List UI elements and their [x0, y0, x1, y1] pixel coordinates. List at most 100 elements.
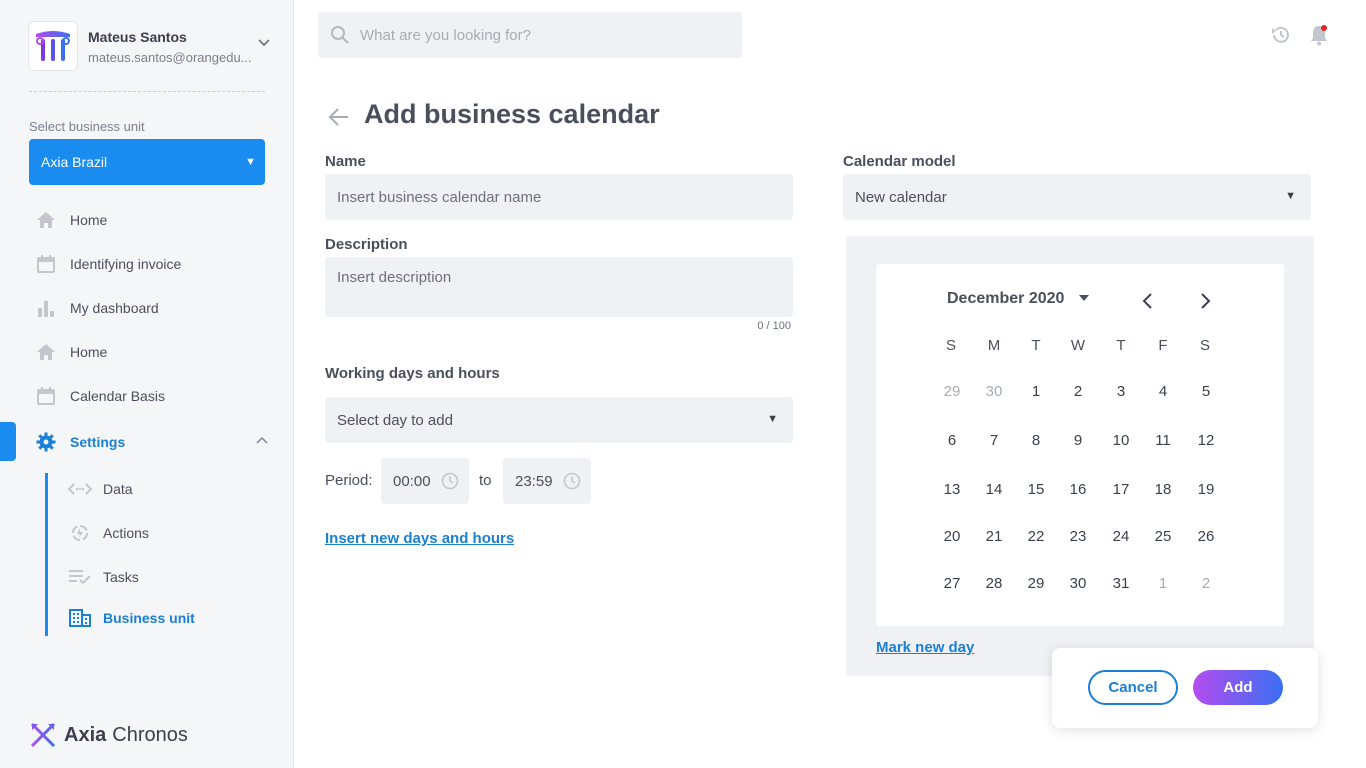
sub-item-tasks[interactable]: Tasks — [68, 565, 139, 589]
weekday-label: T — [1031, 337, 1041, 354]
business-unit-label: Select business unit — [29, 119, 145, 134]
name-input[interactable] — [325, 174, 793, 220]
add-button[interactable]: Add — [1193, 670, 1283, 705]
building-icon — [68, 608, 92, 628]
period-label: Period: — [325, 472, 373, 489]
calendar-day[interactable]: 22 — [1018, 523, 1054, 551]
calendar-day[interactable]: 12 — [1188, 427, 1224, 455]
sub-item-data[interactable]: Data — [68, 477, 133, 501]
nav-item-home-2[interactable]: Home — [36, 340, 107, 364]
nav-item-settings[interactable]: Settings — [36, 430, 125, 454]
calendar-day[interactable]: 13 — [934, 476, 970, 504]
chevron-right-icon[interactable] — [1197, 292, 1213, 310]
nav-item-identifying-invoice[interactable]: Identifying invoice — [36, 252, 181, 276]
tasks-icon — [68, 567, 92, 587]
calendar-day[interactable]: 2 — [1060, 378, 1096, 406]
weekday-label: S — [1199, 337, 1210, 354]
caret-down-icon[interactable] — [1078, 294, 1090, 302]
calendar-day[interactable]: 30 — [1060, 570, 1096, 598]
bell-icon[interactable] — [1309, 24, 1329, 46]
calendar-day[interactable]: 14 — [976, 476, 1012, 504]
user-profile[interactable]: Mateus Santos mateus.santos@orangedu... — [28, 21, 278, 73]
calendar-day[interactable]: 30 — [976, 378, 1012, 406]
description-label: Description — [325, 236, 408, 253]
calendar-day[interactable]: 3 — [1103, 378, 1139, 406]
sub-label: Tasks — [103, 569, 139, 585]
calendar-day[interactable]: 20 — [934, 523, 970, 551]
nav-label: Calendar Basis — [70, 388, 165, 404]
calendar-day[interactable]: 16 — [1060, 476, 1096, 504]
day-select[interactable]: Select day to add ▼ — [325, 397, 793, 443]
calendar-day[interactable]: 1 — [1145, 570, 1181, 598]
working-days-label: Working days and hours — [325, 365, 500, 382]
brand-logo — [30, 722, 56, 748]
calendar-day[interactable]: 29 — [1018, 570, 1054, 598]
calendar-day[interactable]: 10 — [1103, 427, 1139, 455]
calendar-day[interactable]: 24 — [1103, 523, 1139, 551]
description-input[interactable] — [325, 257, 793, 317]
calendar-day[interactable]: 15 — [1018, 476, 1054, 504]
sub-label: Data — [103, 481, 133, 497]
mark-new-day-link[interactable]: Mark new day — [876, 639, 974, 656]
start-time-field[interactable]: 00:00 — [381, 458, 469, 504]
chevron-down-icon[interactable] — [258, 39, 270, 47]
chevron-up-icon[interactable] — [256, 436, 268, 444]
sidebar: Mateus Santos mateus.santos@orangedu... … — [0, 0, 294, 768]
clock-icon — [563, 472, 581, 490]
calendar-day[interactable]: 17 — [1103, 476, 1139, 504]
end-time-field[interactable]: 23:59 — [503, 458, 591, 504]
weekday-label: S — [945, 337, 956, 354]
weekday-label: T — [1116, 337, 1126, 354]
calendar-day[interactable]: 25 — [1145, 523, 1181, 551]
sub-item-actions[interactable]: Actions — [68, 521, 149, 545]
history-icon[interactable] — [1270, 24, 1292, 46]
calendar-day[interactable]: 19 — [1188, 476, 1224, 504]
calendar-day[interactable]: 9 — [1060, 427, 1096, 455]
day-select-value: Select day to add — [337, 411, 453, 429]
cancel-button[interactable]: Cancel — [1088, 670, 1178, 705]
calendar-day[interactable]: 18 — [1145, 476, 1181, 504]
search-icon — [331, 26, 349, 44]
calendar-day[interactable]: 7 — [976, 427, 1012, 455]
calendar-icon — [36, 254, 56, 274]
chevron-left-icon[interactable] — [1140, 292, 1156, 310]
calendar-day[interactable]: 4 — [1145, 378, 1181, 406]
calendar-model-label: Calendar model — [843, 153, 956, 170]
calendar-day[interactable]: 29 — [934, 378, 970, 406]
calendar-day[interactable]: 8 — [1018, 427, 1054, 455]
code-icon — [68, 479, 92, 499]
calendar-day[interactable]: 2 — [1188, 570, 1224, 598]
calendar-day[interactable]: 6 — [934, 427, 970, 455]
company-logo — [28, 21, 78, 71]
search-bar[interactable] — [318, 12, 742, 58]
nav-item-my-dashboard[interactable]: My dashboard — [36, 296, 159, 320]
calendar-day[interactable]: 5 — [1188, 378, 1224, 406]
character-counter: 0 / 100 — [757, 320, 791, 332]
calendar-day[interactable]: 26 — [1188, 523, 1224, 551]
calendar-day[interactable]: 27 — [934, 570, 970, 598]
nav-item-home[interactable]: Home — [36, 208, 107, 232]
nav-item-calendar-basis[interactable]: Calendar Basis — [36, 384, 165, 408]
weekday-label: W — [1070, 337, 1086, 354]
calendar-day[interactable]: 23 — [1060, 523, 1096, 551]
calendar-day[interactable]: 21 — [976, 523, 1012, 551]
calendar-month[interactable]: December 2020 — [947, 290, 1064, 308]
calendar-day[interactable]: 31 — [1103, 570, 1139, 598]
active-indicator — [0, 422, 16, 461]
nav-label: Settings — [70, 434, 126, 450]
brand-name: Axia — [64, 723, 107, 746]
home-icon — [36, 210, 56, 230]
insert-days-link[interactable]: Insert new days and hours — [325, 530, 514, 547]
sub-item-business-unit[interactable]: Business unit — [68, 606, 195, 630]
business-unit-select[interactable]: Axia Brazil ▼ — [29, 139, 265, 185]
calendar-icon — [36, 386, 56, 406]
weekday-label: F — [1158, 337, 1168, 354]
calendar-day[interactable]: 1 — [1018, 378, 1054, 406]
nav-label: My dashboard — [70, 300, 159, 316]
calendar-model-select[interactable]: New calendar ▼ — [843, 174, 1311, 220]
back-arrow-icon[interactable] — [328, 106, 350, 128]
nav-label: Home — [70, 344, 108, 360]
search-input[interactable] — [360, 12, 730, 58]
calendar-day[interactable]: 28 — [976, 570, 1012, 598]
calendar-day[interactable]: 11 — [1145, 427, 1181, 455]
